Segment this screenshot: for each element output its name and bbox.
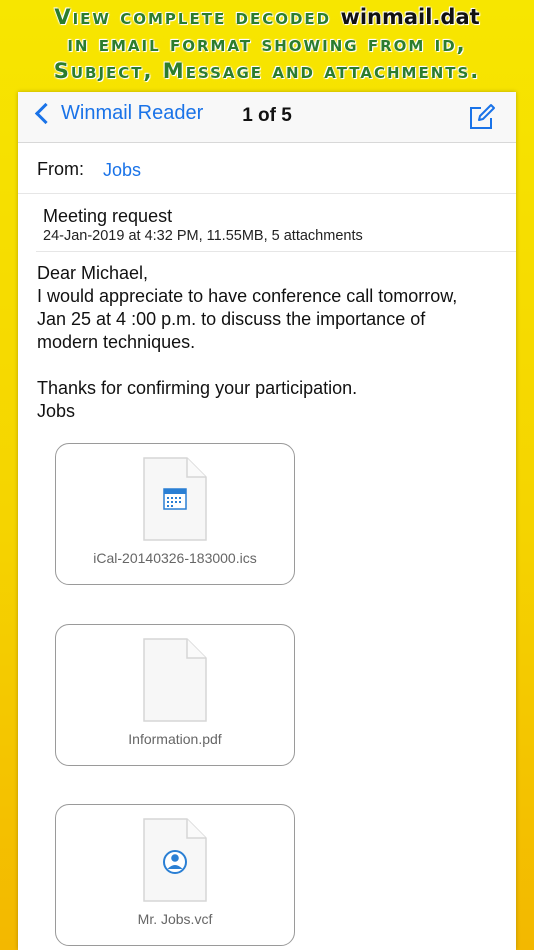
contact-icon	[143, 818, 207, 902]
document-icon	[143, 638, 207, 722]
attachment-name: Mr. Jobs.vcf	[137, 911, 213, 927]
attachment-vcf[interactable]: Mr. Jobs.vcf	[55, 804, 295, 946]
from-row: From: Jobs	[18, 143, 516, 194]
from-sender-link[interactable]: Jobs	[103, 160, 141, 181]
banner-line-1-text: View complete decoded	[54, 5, 341, 29]
body-thanks: Thanks for confirming your participation…	[37, 378, 358, 398]
compose-icon[interactable]	[468, 103, 496, 131]
email-card: Winmail Reader 1 of 5 From: Jobs Meeting…	[18, 92, 516, 950]
attachment-pdf[interactable]: Information.pdf	[55, 624, 295, 766]
attachment-ics[interactable]: iCal-20140326-183000.ics	[55, 443, 295, 585]
body-signature: Jobs	[37, 401, 76, 421]
navigation-bar: Winmail Reader 1 of 5	[18, 92, 516, 143]
banner-line-1: View complete decoded winmail.dat	[0, 0, 534, 31]
body-line: Jan 25 at 4 :00 p.m. to discuss the impo…	[37, 309, 426, 329]
attachment-name: iCal-20140326-183000.ics	[93, 550, 257, 566]
subject-block: Meeting request 24-Jan-2019 at 4:32 PM, …	[36, 194, 516, 252]
email-subject: Meeting request	[43, 206, 173, 226]
from-label: From:	[37, 159, 84, 179]
attachment-name: Information.pdf	[128, 731, 222, 747]
banner-brand: winmail.dat	[340, 5, 480, 29]
email-body: Dear Michael, I would appreciate to have…	[37, 262, 507, 423]
body-line: I would appreciate to have conference ca…	[37, 286, 458, 306]
banner-line-2: in email format showing from id,	[67, 32, 467, 56]
calendar-icon	[143, 457, 207, 541]
page-title: 1 of 5	[242, 105, 292, 126]
body-line: modern techniques.	[37, 332, 196, 352]
promo-banner: View complete decoded winmail.dat in ema…	[0, 0, 534, 92]
email-meta: 24-Jan-2019 at 4:32 PM, 11.55MB, 5 attac…	[43, 228, 363, 244]
banner-line-3: Subject, Message and attachments.	[53, 59, 481, 83]
body-greeting: Dear Michael,	[37, 263, 149, 283]
